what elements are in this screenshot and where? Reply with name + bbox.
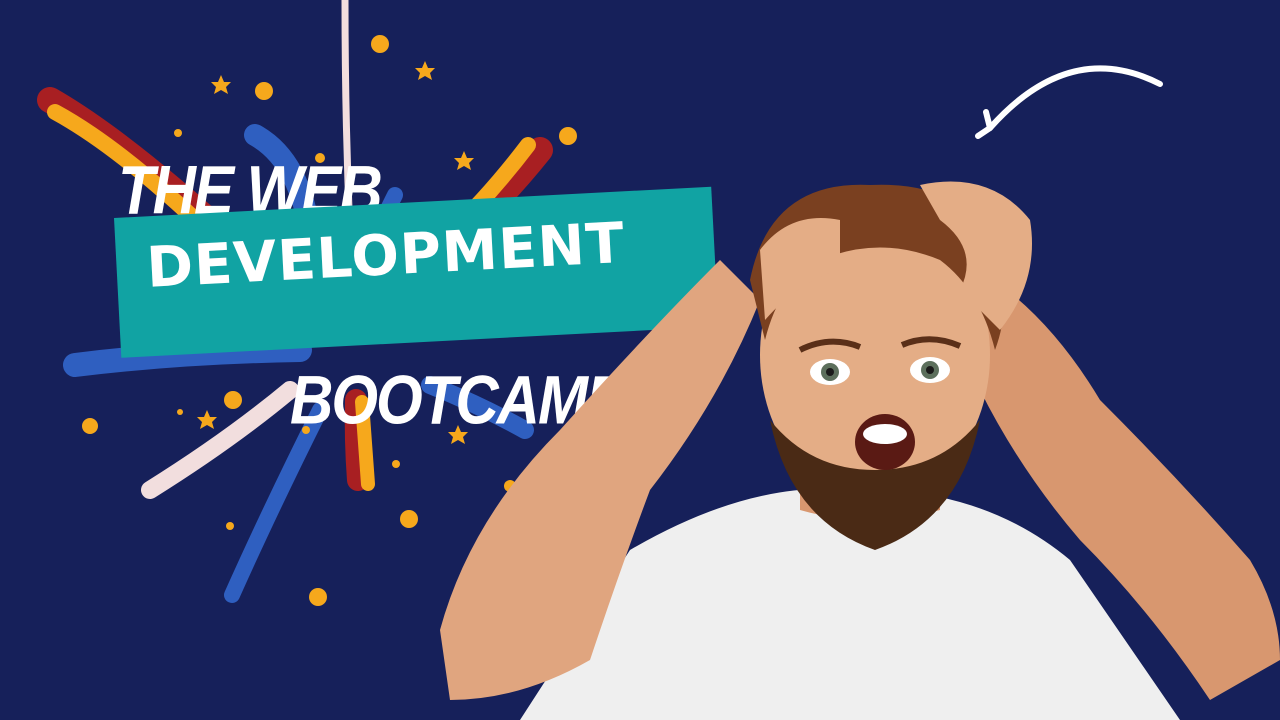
thumbnail-canvas: THE WEB DEVELOPMENT BOOTCAMP [0,0,1280,720]
surprised-man-photo [440,181,1280,720]
star-icon [415,61,435,80]
star-icon [211,75,231,94]
star-icon [197,410,217,429]
